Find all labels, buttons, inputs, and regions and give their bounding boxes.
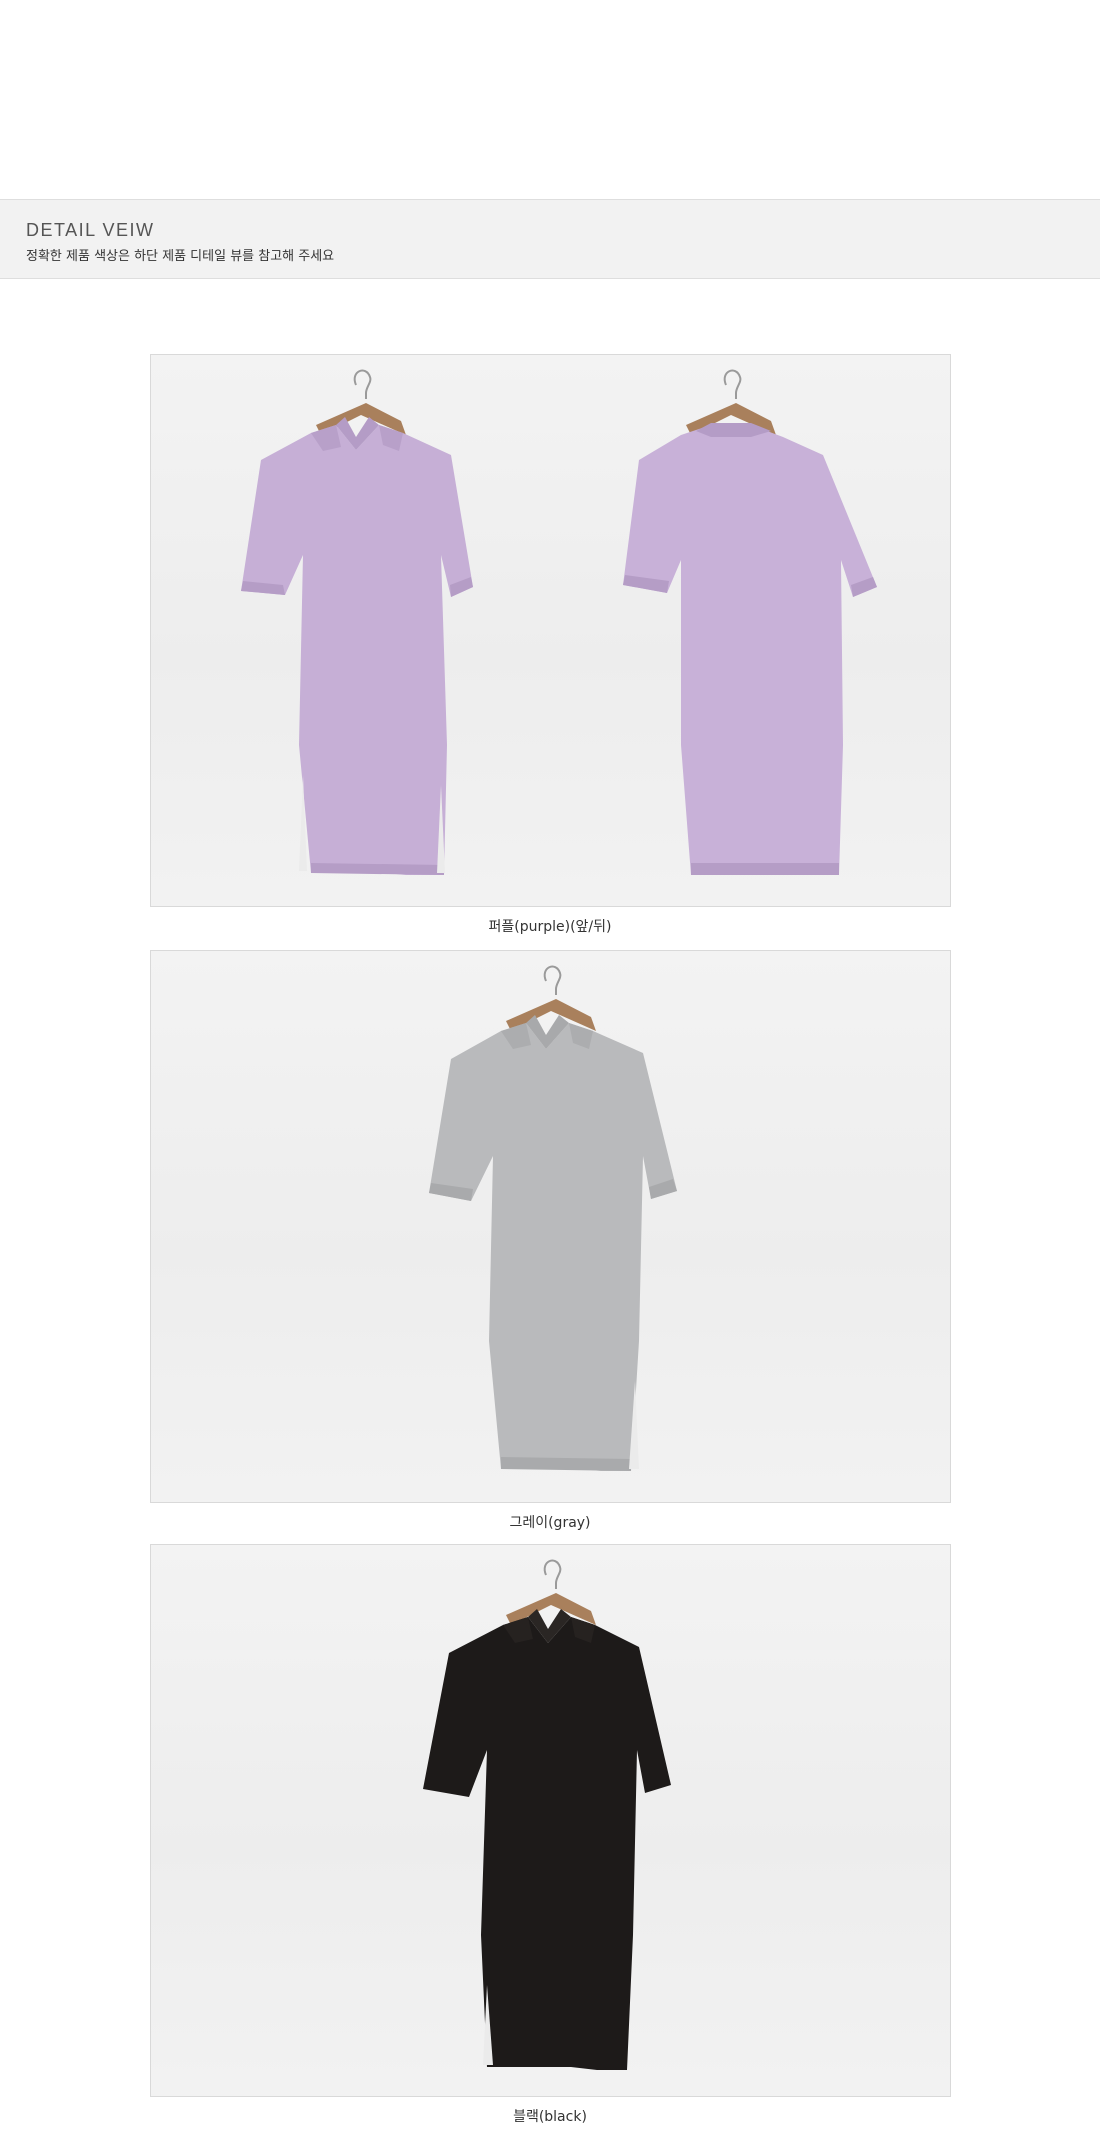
- product-photo-gray: [150, 950, 951, 1503]
- caption-gray: 그레이(gray): [509, 1515, 591, 1531]
- detail-view-banner: DETAIL VEIW 정확한 제품 색상은 하단 제품 디테일 뷰를 참고해 …: [0, 199, 1100, 279]
- product-photo-purple: [150, 354, 951, 907]
- banner-subtitle: 정확한 제품 색상은 하단 제품 디테일 뷰를 참고해 주세요: [26, 249, 335, 264]
- banner-title: DETAIL VEIW: [26, 220, 155, 240]
- purple-dress-back: [623, 369, 877, 875]
- caption-purple: 퍼플(purple)(앞/뒤): [488, 919, 612, 935]
- gray-dress-front: [429, 965, 677, 1471]
- black-dress-front: [423, 1559, 671, 2070]
- product-photo-black: [150, 1544, 951, 2097]
- gray-dress-image: [429, 965, 677, 1471]
- purple-dress-image: [241, 369, 877, 875]
- caption-black: 블랙(black): [513, 2109, 587, 2125]
- purple-dress-front: [241, 369, 473, 875]
- black-dress-image: [423, 1559, 671, 2070]
